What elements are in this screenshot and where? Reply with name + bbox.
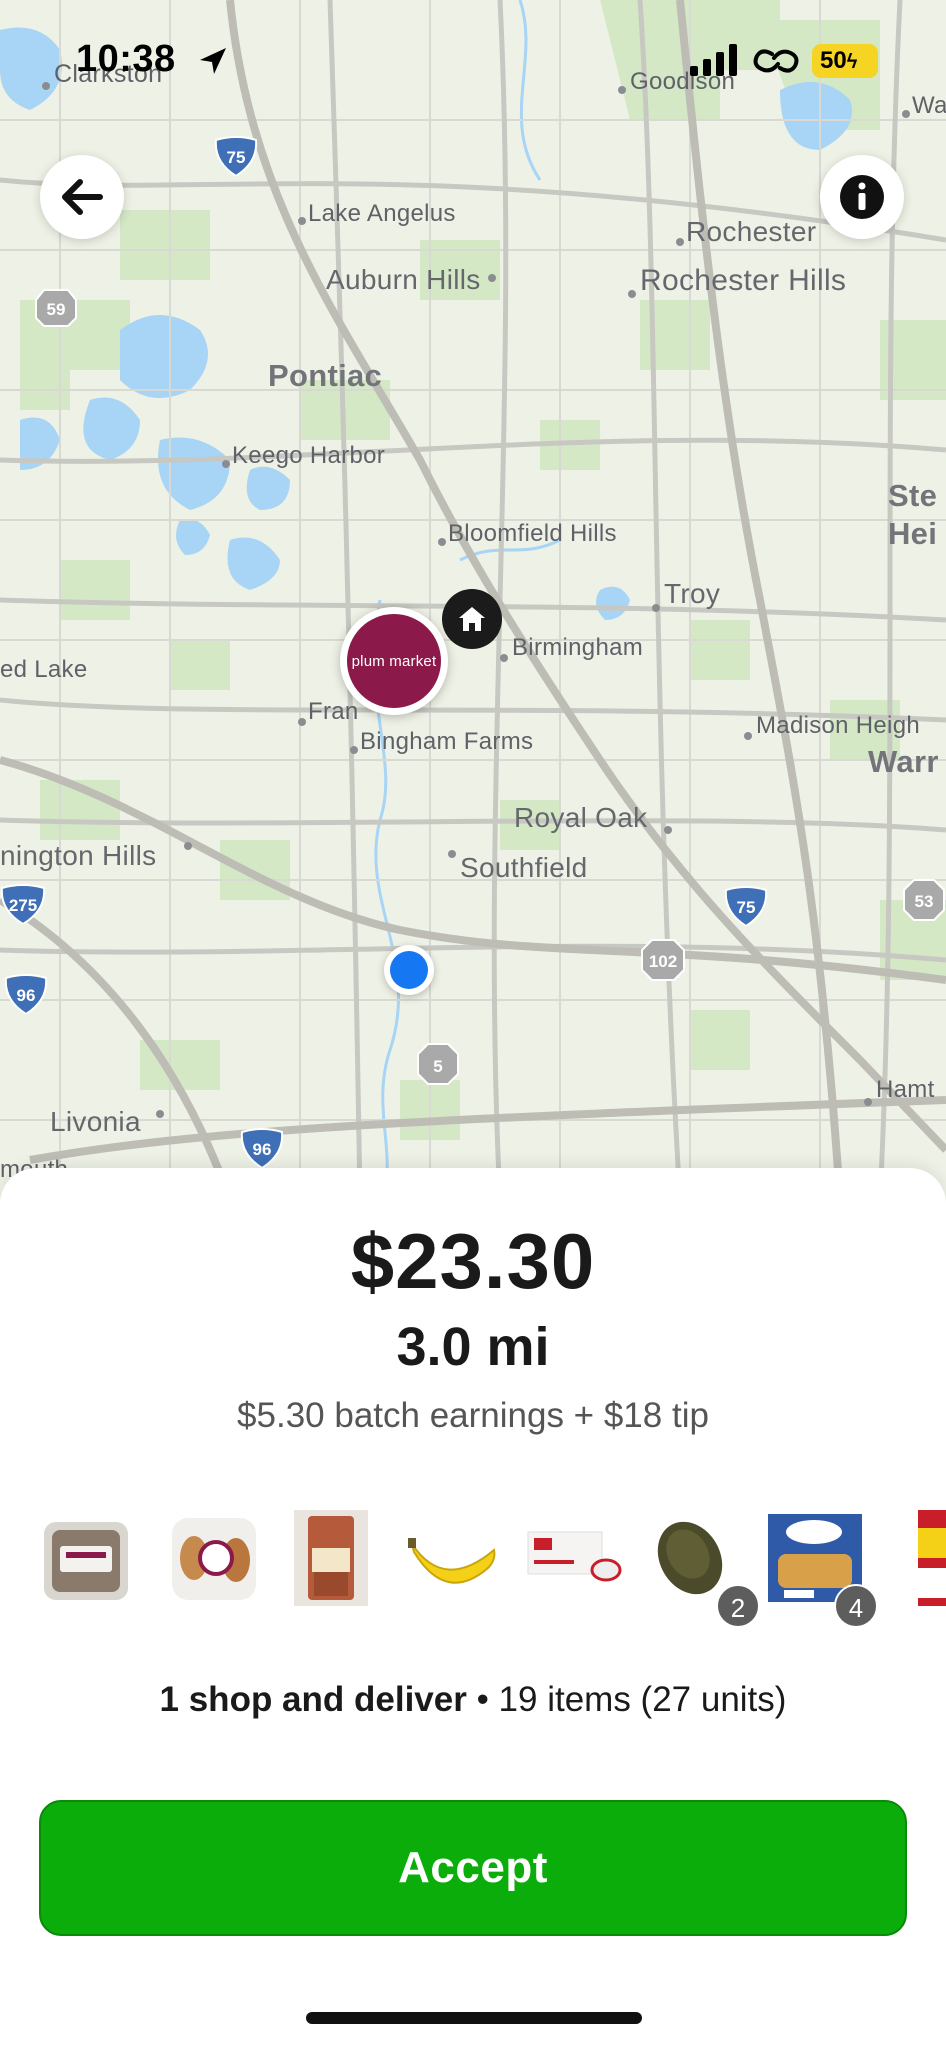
place-hamtramck: Hamt	[876, 1076, 935, 1103]
place-rochester-hills: Rochester Hills	[640, 264, 847, 297]
place-farmington-hills: nington Hills	[0, 840, 157, 871]
summary-item-count: • 19 items (27 units)	[466, 1680, 787, 1719]
map-dot	[676, 238, 684, 246]
status-time: 10:38	[76, 38, 176, 80]
back-arrow-icon	[62, 179, 103, 215]
place-lake-angelus: Lake Angelus	[308, 200, 456, 227]
place-sterling-heights-1: Ste	[888, 478, 938, 513]
place-warren: Warr	[868, 744, 939, 779]
interstate-shield-icon: 75	[724, 886, 768, 926]
place-madison-heights: Madison Heigh	[756, 712, 920, 739]
item-thumb-avocado: 2	[648, 1508, 760, 1628]
interstate-shield-icon: 75	[214, 136, 258, 176]
item-thumb-fish-sticks-box: 4	[766, 1508, 878, 1628]
location-arrow-icon	[200, 48, 226, 74]
state-route-shield-icon: 102	[640, 938, 686, 982]
interstate-shield-icon: 96	[240, 1128, 284, 1168]
item-quantity-badge: 4	[834, 1584, 878, 1628]
item-thumb-milk-carton	[916, 1508, 946, 1608]
place-walled-lake: ed Lake	[0, 656, 88, 683]
item-thumb-banana	[404, 1508, 504, 1608]
place-keego-harbor: Keego Harbor	[232, 442, 386, 469]
home-icon	[459, 607, 485, 631]
map-dot	[500, 654, 508, 662]
place-birmingham: Birmingham	[512, 634, 644, 661]
map-dot	[222, 460, 230, 468]
offer-breakdown: $5.30 batch earnings + $18 tip	[237, 1396, 709, 1435]
map-dot	[298, 217, 306, 225]
place-franklin: Fran	[308, 698, 359, 725]
map-dot	[744, 732, 752, 740]
battery-charging-icon: 50ϟ	[812, 44, 878, 78]
item-thumb-granola-bag	[290, 1508, 390, 1608]
offer-summary: 1 shop and deliver • 19 items (27 units)	[0, 1680, 946, 1720]
state-route-shield-icon: 53	[902, 878, 946, 922]
offer-price: $23.30	[350, 1217, 596, 1305]
map-dot	[628, 290, 636, 298]
place-royal-oak: Royal Oak	[514, 802, 648, 833]
place-southfield: Southfield	[460, 852, 588, 883]
item-thumb-coffee-pods-box	[526, 1508, 626, 1608]
info-button[interactable]	[820, 155, 904, 239]
state-route-shield-icon: 59	[34, 288, 78, 328]
map-dot	[664, 826, 672, 834]
home-pin[interactable]	[442, 589, 502, 649]
place-bingham-farms: Bingham Farms	[360, 728, 534, 755]
interstate-shield-icon: 96	[4, 974, 48, 1014]
item-thumb-packaged-dessert	[38, 1508, 138, 1608]
accept-button[interactable]: Accept	[39, 1800, 907, 1936]
place-pontiac: Pontiac	[268, 358, 383, 393]
place-troy: Troy	[664, 578, 721, 609]
state-route-shield-icon: 5	[416, 1042, 460, 1086]
back-button[interactable]	[40, 155, 124, 239]
battery-level: 50	[820, 47, 847, 74]
map-dot	[864, 1098, 872, 1106]
item-thumbnails[interactable]: 2 4	[0, 1508, 946, 1638]
map-dot	[350, 746, 358, 754]
store-pin[interactable]: plum market	[340, 607, 448, 715]
map-dot	[298, 718, 306, 726]
map-dot	[652, 604, 660, 612]
status-bar: 10:38 50ϟ	[0, 0, 946, 120]
summary-shop-type: 1 shop and deliver	[159, 1680, 467, 1719]
place-bloomfield-hills: Bloomfield Hills	[448, 520, 617, 547]
link-icon	[753, 49, 799, 73]
map-dot	[184, 842, 192, 850]
signal-icon	[690, 44, 737, 76]
place-livonia: Livonia	[50, 1106, 141, 1137]
offer-sheet: $23.30 3.0 mi $5.30 batch earnings + $18…	[0, 1168, 946, 2048]
map-dot	[448, 850, 456, 858]
place-rochester: Rochester	[686, 216, 817, 247]
map-dot	[438, 538, 446, 546]
item-thumb-packaged-cookies	[166, 1508, 266, 1608]
map-dot	[156, 1110, 164, 1118]
place-auburn-hills: Auburn Hills	[326, 264, 481, 295]
info-icon	[840, 175, 884, 219]
interstate-shield-icon: 275	[0, 884, 46, 924]
offer-distance: 3.0 mi	[396, 1317, 550, 1377]
map-view[interactable]: Clarkston Goodison Wa Lake Angelus Roche…	[0, 0, 946, 1200]
store-logo: plum market	[347, 614, 441, 708]
item-quantity-badge: 2	[716, 1584, 760, 1628]
home-indicator[interactable]	[306, 2012, 642, 2024]
map-dot	[488, 274, 496, 282]
current-location-dot	[384, 945, 434, 995]
place-sterling-heights-2: Hei	[888, 516, 938, 551]
